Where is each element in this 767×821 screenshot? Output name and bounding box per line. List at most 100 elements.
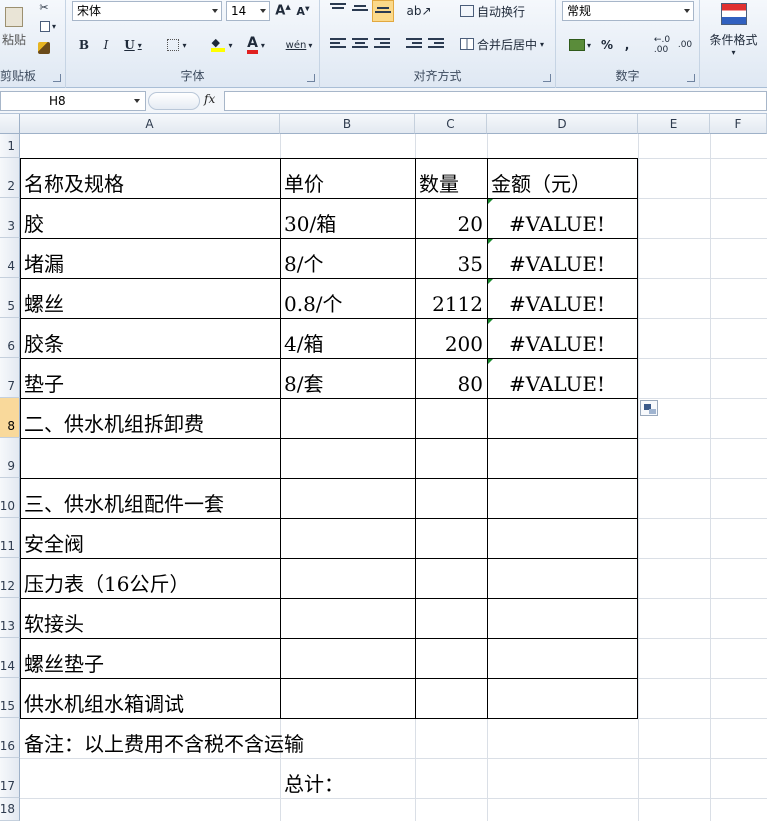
currency-format-button[interactable]: ▾ — [564, 34, 596, 56]
italic-button[interactable]: I — [96, 34, 116, 56]
column-header-a[interactable]: A — [20, 114, 280, 134]
insert-function-button[interactable]: fx — [204, 92, 215, 106]
clipboard-launcher-icon[interactable] — [53, 74, 61, 82]
row-header-12[interactable]: 12 — [0, 558, 20, 598]
align-right-icon[interactable] — [374, 38, 390, 52]
row-header-11[interactable]: 11 — [0, 518, 20, 558]
wrap-text-button[interactable]: 自动换行 — [460, 0, 552, 22]
cell-b3[interactable]: 30/箱 — [284, 212, 336, 236]
fill-color-button[interactable]: ◆ ▾ — [206, 34, 238, 56]
paste-options-icon[interactable] — [640, 400, 658, 416]
cell-a7[interactable]: 垫子 — [24, 372, 64, 396]
cell-c5[interactable]: 2112 — [415, 292, 483, 316]
row-header-15[interactable]: 15 — [0, 678, 20, 718]
font-color-button[interactable]: A ▾ — [240, 34, 272, 56]
cell-a11[interactable]: 安全阀 — [24, 532, 84, 556]
select-all-corner[interactable] — [0, 114, 20, 134]
cut-button[interactable]: ✂ — [34, 0, 54, 14]
row-header-3[interactable]: 3 — [0, 198, 20, 238]
cell-a14[interactable]: 螺丝垫子 — [24, 652, 104, 676]
alignment-launcher-icon[interactable] — [543, 74, 551, 82]
cell-a16[interactable]: 备注：以上费用不含税不含运输 — [24, 732, 304, 756]
cell-b17[interactable]: 总计： — [284, 772, 344, 796]
cell-d6[interactable]: #VALUE! — [487, 332, 605, 356]
phonetic-button[interactable]: wén ▾ — [282, 34, 316, 56]
cell-a6[interactable]: 胶条 — [24, 332, 64, 356]
shrink-font-button[interactable]: A▼ — [294, 0, 312, 22]
cell-d3[interactable]: #VALUE! — [487, 212, 605, 236]
percent-button[interactable]: % — [598, 34, 616, 56]
orientation-button[interactable]: ab↗ — [404, 0, 434, 22]
cell-d5[interactable]: #VALUE! — [487, 292, 605, 316]
row-header-14[interactable]: 14 — [0, 638, 20, 678]
cell-c7[interactable]: 80 — [415, 372, 483, 396]
font-launcher-icon[interactable] — [307, 74, 315, 82]
increase-indent-icon[interactable] — [428, 38, 444, 52]
cell-a5[interactable]: 螺丝 — [24, 292, 64, 316]
align-middle-icon[interactable] — [352, 5, 368, 19]
cell-c3[interactable]: 20 — [415, 212, 483, 236]
cell-a15[interactable]: 供水机组水箱调试 — [24, 692, 184, 716]
column-header-e[interactable]: E — [638, 114, 710, 134]
cell-c6[interactable]: 200 — [415, 332, 483, 356]
cell-b5[interactable]: 0.8/个 — [284, 292, 343, 316]
cell-a4[interactable]: 堵漏 — [24, 252, 64, 276]
cell-a12[interactable]: 压力表（16公斤） — [24, 572, 189, 596]
comma-button[interactable]: , — [620, 34, 634, 56]
column-header-c[interactable]: C — [415, 114, 487, 134]
merge-center-button[interactable]: 合并后居中 ▾ — [460, 33, 556, 55]
formula-input[interactable] — [224, 91, 767, 111]
row-header-5[interactable]: 5 — [0, 278, 20, 318]
row-header-8[interactable]: 8 — [0, 398, 20, 438]
border-button[interactable]: ▾ — [162, 34, 192, 56]
row-header-16[interactable]: 16 — [0, 718, 20, 758]
align-top-icon[interactable] — [330, 3, 346, 17]
cell-c4[interactable]: 35 — [415, 252, 483, 276]
row-header-9[interactable]: 9 — [0, 438, 20, 478]
conditional-format-button[interactable]: 条件格式 ▾ — [700, 0, 767, 60]
row-header-7[interactable]: 7 — [0, 358, 20, 398]
cell-a3[interactable]: 胶 — [24, 212, 44, 236]
decrease-decimal-button[interactable]: .00 — [674, 34, 696, 56]
row-header-6[interactable]: 6 — [0, 318, 20, 358]
format-painter-button[interactable] — [34, 40, 54, 56]
underline-button[interactable]: U ▾ — [118, 34, 148, 56]
cell-a10[interactable]: 三、供水机组配件一套 — [24, 492, 224, 516]
column-header-f[interactable]: F — [710, 114, 767, 134]
bold-button[interactable]: B — [74, 34, 94, 56]
number-launcher-icon[interactable] — [687, 74, 695, 82]
cell-d7[interactable]: #VALUE! — [487, 372, 605, 396]
cell-d2[interactable]: 金额（元） — [491, 172, 591, 196]
grow-font-button[interactable]: A▲ — [274, 0, 292, 22]
number-format-combo[interactable]: 常规 — [562, 1, 694, 21]
cell-a13[interactable]: 软接头 — [24, 612, 84, 636]
cell-a8[interactable]: 二、供水机组拆卸费 — [24, 412, 204, 436]
cell-d4[interactable]: #VALUE! — [487, 252, 605, 276]
cell-b6[interactable]: 4/箱 — [284, 332, 323, 356]
row-header-2[interactable]: 2 — [0, 158, 20, 198]
align-left-icon[interactable] — [330, 38, 346, 52]
row-header-18[interactable]: 18 — [0, 798, 20, 821]
row-header-17[interactable]: 17 — [0, 758, 20, 798]
formula-bar-resize-handle[interactable] — [148, 92, 200, 110]
cell-b7[interactable]: 8/套 — [284, 372, 323, 396]
name-box[interactable]: H8 — [0, 91, 146, 111]
paste-button[interactable]: 粘贴 — [0, 2, 28, 52]
column-header-d[interactable]: D — [487, 114, 638, 134]
font-size-combo[interactable]: 14 — [226, 1, 270, 21]
row-header-4[interactable]: 4 — [0, 238, 20, 278]
column-header-b[interactable]: B — [280, 114, 415, 134]
cell-c2[interactable]: 数量 — [419, 172, 459, 196]
decrease-indent-icon[interactable] — [406, 38, 422, 52]
row-header-1[interactable]: 1 — [0, 134, 20, 158]
copy-button[interactable]: ▾ — [34, 18, 62, 34]
cell-b2[interactable]: 单价 — [284, 172, 324, 196]
font-name-combo[interactable]: 宋体 — [72, 1, 222, 21]
worksheet-grid[interactable]: A B C D E F 1 2 3 4 5 6 7 8 9 10 11 12 1… — [0, 114, 767, 821]
cell-b4[interactable]: 8/个 — [284, 252, 323, 276]
row-header-10[interactable]: 10 — [0, 478, 20, 518]
align-center-icon[interactable] — [352, 38, 368, 52]
align-bottom-button[interactable] — [372, 0, 394, 22]
increase-decimal-button[interactable]: ←.0.00 — [652, 34, 672, 56]
cell-a2[interactable]: 名称及规格 — [24, 172, 124, 196]
